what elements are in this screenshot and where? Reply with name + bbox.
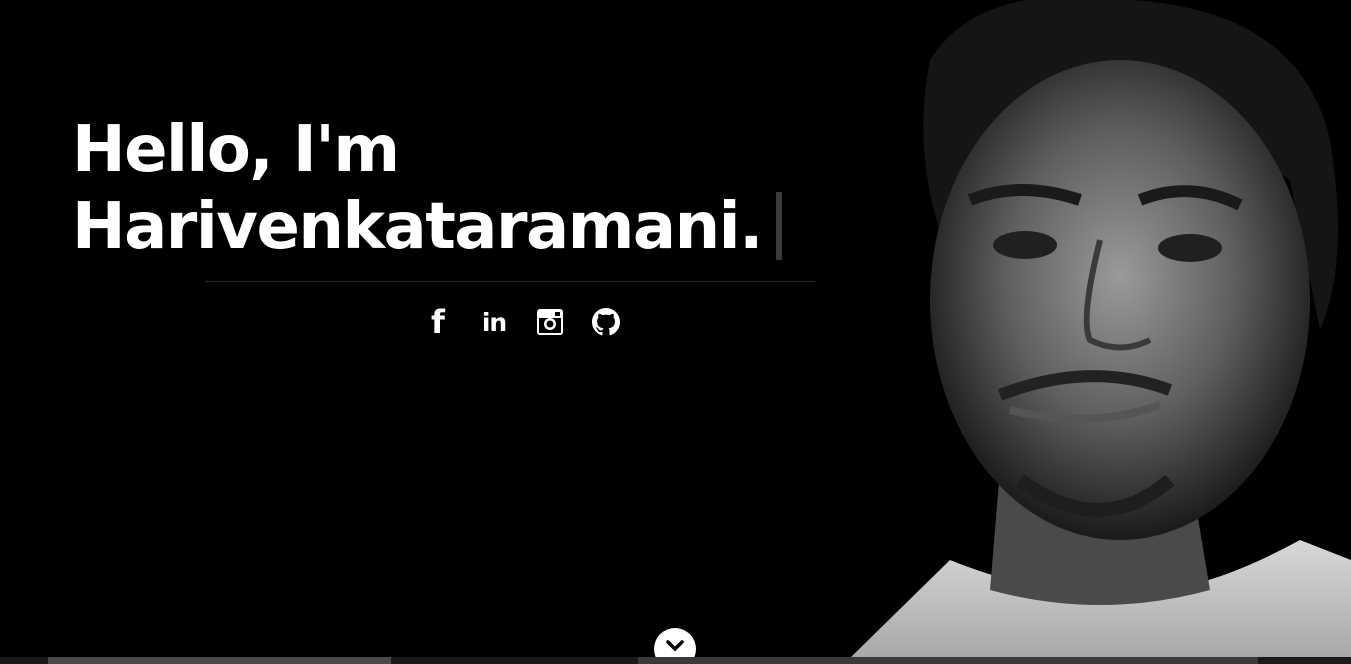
- github-link[interactable]: [578, 304, 634, 340]
- linkedin-link[interactable]: in: [466, 304, 522, 340]
- chevron-down-icon: [666, 640, 684, 652]
- instagram-icon: [537, 309, 563, 335]
- hero-headline: Hello, I'm Harivenkataramani.: [72, 112, 782, 266]
- facebook-icon: f: [431, 303, 445, 341]
- bottom-bar: [0, 657, 1351, 664]
- facebook-link[interactable]: f: [410, 304, 466, 340]
- divider: [205, 281, 815, 282]
- bottom-bar-segment: [638, 657, 1258, 664]
- github-icon: [592, 308, 620, 336]
- portrait-image: [830, 0, 1351, 658]
- social-links: f in: [410, 304, 634, 340]
- greeting-text: Hello, I'm: [72, 113, 400, 187]
- instagram-link[interactable]: [522, 304, 578, 340]
- typing-cursor: [775, 192, 782, 260]
- bottom-bar-segment: [48, 657, 391, 664]
- linkedin-icon: in: [481, 307, 507, 337]
- hero-section: Hello, I'm Harivenkataramani. f in: [0, 0, 1351, 664]
- name-text: Harivenkataramani.: [72, 190, 763, 264]
